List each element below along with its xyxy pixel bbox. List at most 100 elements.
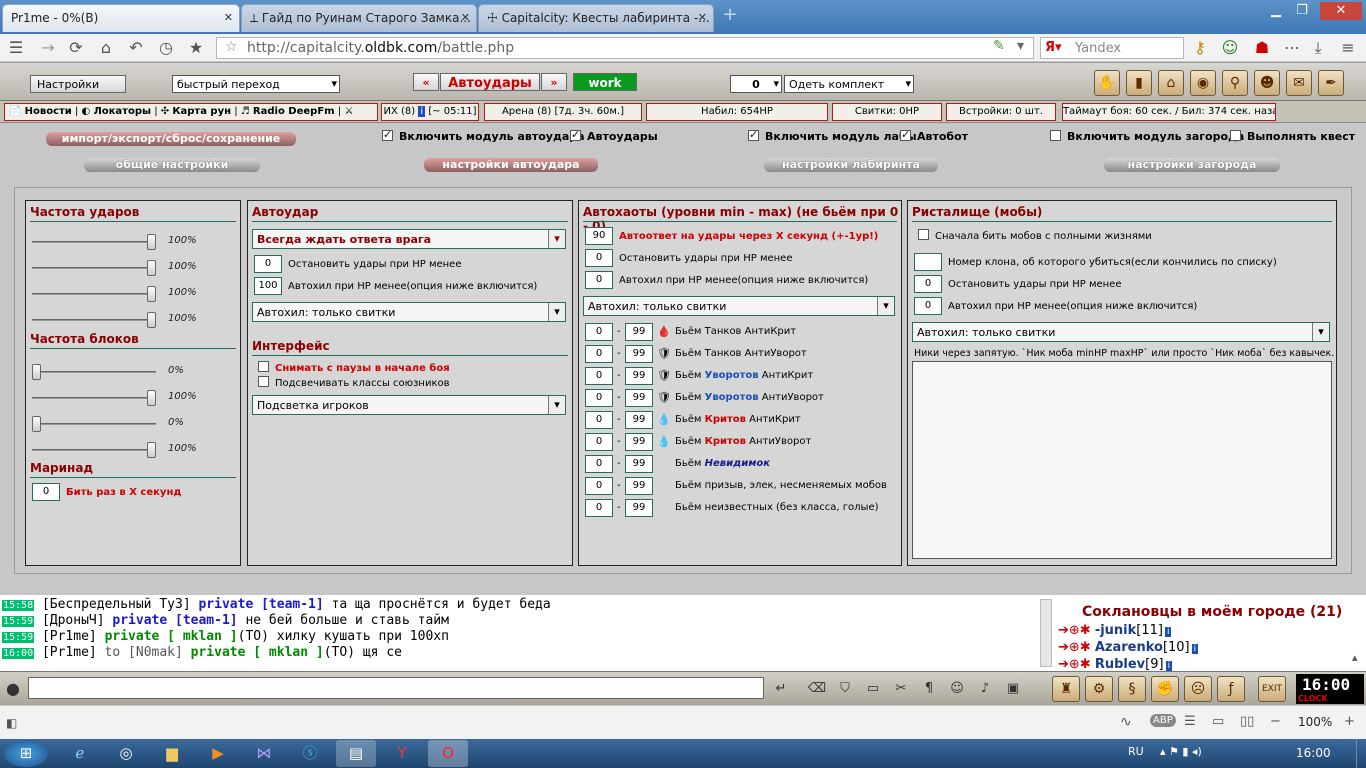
graph-icon[interactable]: ∿	[1120, 714, 1132, 730]
face-icon[interactable]: ☹	[1184, 676, 1212, 702]
monitor-icon[interactable]: ▭	[862, 678, 884, 700]
pin-icon[interactable]: ✎	[993, 38, 1005, 54]
adblock-icon[interactable]: ABP	[1150, 714, 1176, 727]
explorer-icon[interactable]: ▆	[152, 740, 192, 767]
radio-link[interactable]: ♬ Radio DeepFm	[241, 106, 335, 117]
level-min-input[interactable]: 0	[585, 389, 613, 407]
info-icon[interactable]: i	[1164, 627, 1172, 637]
scroll2-icon[interactable]: §	[1118, 676, 1146, 702]
pause-toggle[interactable]: Снимать с паузы в начале боя	[258, 361, 450, 374]
frequency-slider[interactable]	[32, 442, 156, 458]
cassette-icon[interactable]: ▣	[1002, 678, 1024, 700]
ie-icon[interactable]: ℯ	[60, 740, 100, 767]
highlight-toggle[interactable]: Подсвечивать классы союзников	[258, 376, 450, 389]
autostrike-button[interactable]: Автоудары	[440, 73, 540, 91]
frequency-slider[interactable]	[32, 416, 156, 432]
show-desktop-button[interactable]	[1356, 739, 1366, 768]
quick-nav-select[interactable]: быстрый переход	[172, 75, 340, 93]
full-hp-toggle[interactable]: Сначала бить мобов с полными жизнями	[918, 229, 1152, 242]
close-icon[interactable]: ✕	[461, 11, 470, 24]
clan-member[interactable]: ➔⊕✱ Azarenko[10] i	[1058, 640, 1199, 655]
bag-icon[interactable]: ♜	[1052, 676, 1080, 702]
tools-icon[interactable]: ✂	[890, 678, 912, 700]
scrollbar[interactable]	[1040, 599, 1052, 667]
level-max-input[interactable]: 99	[625, 477, 653, 495]
stop-hp-input[interactable]: 0	[585, 249, 613, 267]
scroll-icon[interactable]: ✉	[1286, 70, 1312, 96]
yandex-browser-icon[interactable]: Y	[382, 740, 422, 767]
media-player-icon[interactable]: ▶	[198, 740, 238, 767]
level-max-input[interactable]: 99	[625, 411, 653, 429]
more-icon[interactable]: ⋯	[1282, 38, 1302, 58]
clone-number-input[interactable]	[914, 253, 942, 271]
exit-icon[interactable]: EXIT	[1258, 676, 1286, 702]
opera-icon[interactable]: O	[428, 740, 468, 767]
frequency-slider[interactable]	[32, 286, 156, 302]
prev-button[interactable]: «	[413, 73, 439, 91]
slider-handle[interactable]	[147, 234, 156, 250]
menu-icon[interactable]: ☰	[6, 38, 26, 58]
chat-nick[interactable]: [Беспредельный ТуЗ]	[42, 597, 191, 612]
checkbox[interactable]	[258, 361, 269, 372]
level-min-input[interactable]: 0	[585, 411, 613, 429]
info-icon[interactable]: i	[418, 106, 426, 117]
extension-icon[interactable]: ☗	[1252, 38, 1272, 58]
zoom-out-icon[interactable]: −	[1270, 714, 1281, 729]
frequency-slider[interactable]	[32, 390, 156, 406]
info-icon[interactable]: i	[1165, 661, 1173, 671]
tab-country-settings[interactable]: настройки загорода	[1104, 158, 1280, 172]
tab-autostrike-settings[interactable]: настройки автоудара	[424, 158, 598, 172]
slider-handle[interactable]	[147, 312, 156, 328]
checkbox[interactable]	[1230, 130, 1241, 141]
rune-map-link[interactable]: ✣ Карта рун	[161, 106, 231, 117]
user-icon[interactable]: ☺	[1220, 38, 1240, 58]
filter-icon[interactable]: ⛉	[834, 678, 856, 700]
hand-icon[interactable]: ✋	[1094, 70, 1120, 96]
level-min-input[interactable]: 0	[585, 345, 613, 363]
search-icon[interactable]: ⚲	[1222, 70, 1248, 96]
level-max-input[interactable]: 99	[625, 499, 653, 517]
messenger-icon[interactable]: ⋈	[244, 740, 284, 767]
history-icon[interactable]: ◷	[156, 38, 176, 58]
chat-line[interactable]: 16:00 [Pr1me] to [N0mak] private [ mklan…	[2, 645, 402, 660]
screen-icon[interactable]: ▭	[1212, 714, 1224, 729]
stop-hp-input[interactable]: 0	[254, 255, 282, 273]
enable-country-toggle[interactable]: Включить модуль загорода	[1050, 130, 1244, 143]
maximize-icon[interactable]: ❐	[1290, 2, 1314, 20]
checkbox[interactable]	[570, 128, 581, 141]
download-icon[interactable]: ⤓	[1308, 38, 1328, 58]
level-min-input[interactable]: 0	[585, 323, 613, 341]
chat-channel[interactable]: private [team-1]	[198, 597, 323, 612]
close-icon[interactable]: ✕	[698, 11, 707, 24]
frequency-slider[interactable]	[32, 260, 156, 276]
checkbox[interactable]	[1050, 130, 1061, 141]
mob-nicks-textarea[interactable]	[912, 361, 1332, 559]
bank-icon[interactable]: ⌂	[1158, 70, 1184, 96]
level-max-input[interactable]: 99	[625, 323, 653, 341]
new-tab-button[interactable]: +	[718, 6, 742, 26]
chat-line[interactable]: 15:59 [Pr1me] private [ mklan ](ТО) хилк…	[2, 629, 449, 644]
font-icon[interactable]: ƒ	[1217, 676, 1245, 702]
settings-button[interactable]: Настройки	[30, 75, 126, 93]
counter-field[interactable]: 0	[730, 75, 782, 93]
columns-icon[interactable]: ▯▯	[1240, 714, 1254, 729]
tab-active[interactable]: Pr1me - 0%(B) ✕	[2, 4, 240, 32]
slider-handle[interactable]	[147, 390, 156, 406]
clan-member-name[interactable]: Rublev	[1095, 657, 1145, 672]
work-button[interactable]: work	[573, 73, 637, 91]
eraser-icon[interactable]: ⌫	[806, 678, 828, 700]
info-icon[interactable]: i	[1191, 644, 1199, 654]
clan-member-name[interactable]: -junik	[1095, 623, 1136, 638]
level-max-input[interactable]: 99	[625, 389, 653, 407]
equip-set-select[interactable]: Одеть комплект	[784, 75, 914, 93]
smile-icon[interactable]: ☺	[946, 678, 968, 700]
tab-labyrinth-settings[interactable]: настройки лабиринта	[764, 158, 938, 172]
stop-hp-input[interactable]: 0	[914, 275, 942, 293]
wait-mode-select[interactable]: Всегда ждать ответа врага	[252, 229, 566, 249]
level-max-input[interactable]: 99	[625, 367, 653, 385]
level-min-input[interactable]: 0	[585, 477, 613, 495]
slider-handle[interactable]	[147, 260, 156, 276]
star-outline-icon[interactable]: ☆	[225, 39, 238, 55]
chat-line[interactable]: 15:59 [ДроныЧ] private [team-1] не бей б…	[2, 613, 449, 628]
heal-hp-input[interactable]: 0	[585, 271, 613, 289]
